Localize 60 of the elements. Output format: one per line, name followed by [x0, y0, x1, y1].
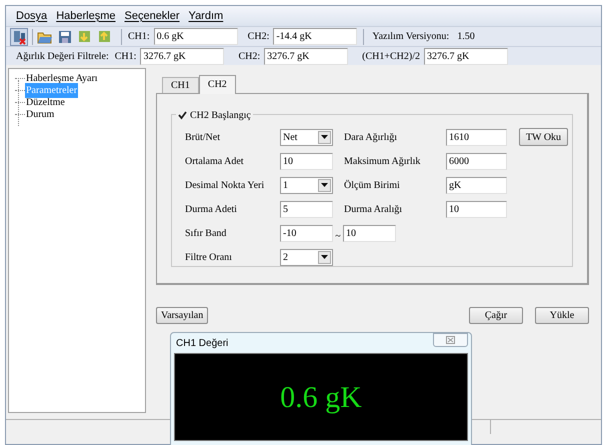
caret-icon — [321, 135, 328, 139]
dropdown[interactable]: 1 — [280, 176, 333, 194]
field-label: CH2: — [248, 30, 270, 44]
dropdown[interactable]: Net — [280, 128, 333, 146]
value-field[interactable]: 3276.7 gK — [140, 48, 224, 64]
text-field[interactable]: gK — [446, 176, 507, 194]
text-field[interactable]: 10 — [280, 152, 333, 170]
field-label: Ortalama Adet — [185, 154, 245, 168]
field-label: CH2: — [238, 50, 260, 64]
range-separator: ~ — [334, 230, 342, 244]
upload-icon[interactable] — [97, 28, 113, 44]
menu-item[interactable]: Haberleşme — [56, 8, 116, 24]
version-label: Yazılım Versiyonu: — [372, 30, 450, 44]
value-field[interactable]: 3276.7 gK — [264, 48, 348, 64]
field-label: Durma Aralığı — [344, 202, 404, 216]
close-icon — [446, 336, 455, 344]
tab[interactable]: CH1 — [162, 77, 199, 93]
menu-item[interactable]: Dosya — [16, 8, 48, 24]
text-field[interactable]: 5 — [280, 200, 333, 218]
field-label: Filtre Oranı — [185, 250, 233, 264]
field-label: Durma Adeti — [185, 202, 238, 216]
text-field[interactable]: 1610 — [446, 128, 507, 146]
field-label: Sıfır Band — [185, 226, 228, 240]
popup-title: CH1 Değeri — [176, 336, 228, 350]
caret-icon — [321, 255, 328, 259]
group-title: CH2 Başlangıç — [190, 109, 251, 123]
tree-item[interactable]: Haberleşme Ayarı — [25, 70, 99, 86]
action-button[interactable]: Yükle — [535, 307, 589, 324]
menu-item[interactable]: Yardım — [188, 8, 224, 24]
text-field[interactable]: 10 — [446, 200, 507, 218]
weight-value: 0.6 gK — [280, 380, 362, 416]
checkbox[interactable] — [178, 111, 187, 120]
value-field[interactable]: -14.4 gK — [273, 28, 358, 45]
tree-item[interactable]: Durum — [25, 106, 56, 122]
field-label: CH1: — [128, 30, 150, 44]
tab[interactable]: CH2 — [198, 75, 236, 94]
field-label: Desimal Nokta Yeri — [185, 178, 266, 192]
field-label: Maksimum Ağırlık — [344, 154, 422, 168]
field-label: Ölçüm Birimi — [344, 178, 401, 192]
version-value: 1.50 — [457, 30, 475, 44]
close-button[interactable] — [433, 333, 468, 347]
default-button[interactable]: Varsayılan — [156, 307, 208, 324]
tree-item[interactable]: Düzeltme — [25, 94, 66, 110]
field-label: (CH1+CH2)/2 — [362, 50, 420, 64]
disconnect-icon[interactable] — [10, 28, 28, 46]
filter-label: Ağırlık Değeri Filtrele: — [16, 50, 109, 64]
caret-icon — [321, 183, 328, 187]
text-field[interactable]: 10 — [343, 224, 396, 242]
tw-oku-button[interactable]: TW Oku — [519, 128, 568, 146]
save-icon[interactable] — [57, 28, 73, 44]
field-label: CH1: — [114, 50, 136, 64]
field-label: Brüt/Net — [185, 130, 221, 144]
field-label: Dara Ağırlığı — [344, 130, 398, 144]
text-field[interactable]: 6000 — [446, 152, 507, 170]
action-button[interactable]: Çağır — [469, 307, 523, 324]
text-field[interactable]: -10 — [280, 224, 333, 242]
menu-item[interactable]: Seçenekler — [124, 8, 180, 24]
value-field[interactable]: 3276.7 gK — [424, 48, 508, 64]
value-field[interactable]: 0.6 gK — [154, 28, 238, 45]
dropdown[interactable]: 2 — [280, 248, 333, 266]
